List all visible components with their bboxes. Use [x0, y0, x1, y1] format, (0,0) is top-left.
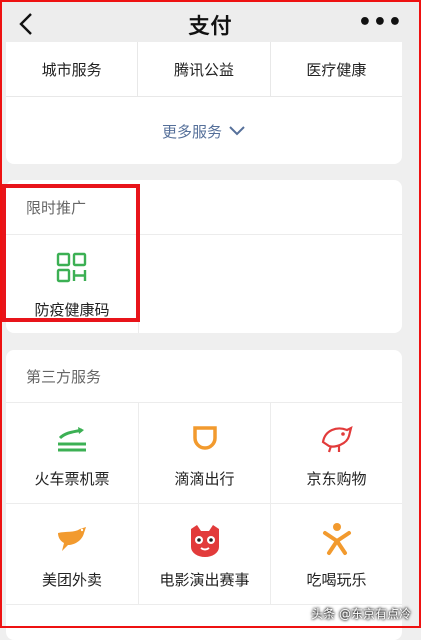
movie-label: 电影演出赛事: [159, 570, 250, 589]
service-train-tickets[interactable]: 火车票机票: [6, 403, 138, 504]
more-services-button[interactable]: 更多服务: [6, 97, 402, 165]
service-city[interactable]: 城市服务: [6, 42, 137, 96]
service-charity[interactable]: 腾讯公益: [137, 42, 269, 96]
chevron-down-icon: [229, 126, 245, 136]
meituan-label: 美团外卖: [41, 570, 102, 589]
service-meituan[interactable]: 美团外卖: [6, 504, 138, 605]
service-jd[interactable]: 京东购物: [270, 403, 402, 504]
cat-face-icon: [190, 524, 219, 557]
didi-icon: [192, 425, 217, 450]
third-party-section-title: 第三方服务: [6, 350, 402, 403]
train-label: 火车票机票: [34, 469, 110, 488]
services-card: 城市服务 腾讯公益 医疗健康 更多服务: [6, 42, 402, 164]
didi-label: 滴滴出行: [174, 469, 235, 488]
service-food-fun[interactable]: 吃喝玩乐: [270, 504, 402, 605]
back-icon[interactable]: [14, 10, 42, 38]
food-fun-label: 吃喝玩乐: [306, 570, 367, 589]
third-party-card: 第三方服务 火车票机票 滴滴出行 京东购物 美团外卖 电影演出赛事 吃喝玩乐: [6, 350, 402, 640]
service-movie-events[interactable]: 电影演出赛事: [138, 504, 270, 605]
page-title: 支付: [188, 14, 233, 38]
train-icon: [58, 426, 86, 451]
jd-label: 京东购物: [306, 469, 367, 488]
jd-dog-icon: [321, 425, 353, 452]
more-services-label: 更多服务: [161, 122, 222, 141]
person-icon: [322, 522, 351, 555]
kangaroo-icon: [58, 526, 86, 551]
watermark: 头条 @东京有点冷: [311, 607, 411, 621]
highlight-box: [2, 184, 140, 322]
service-health[interactable]: 医疗健康: [269, 42, 402, 96]
more-options-icon[interactable]: •••: [358, 10, 403, 35]
service-didi[interactable]: 滴滴出行: [138, 403, 270, 504]
